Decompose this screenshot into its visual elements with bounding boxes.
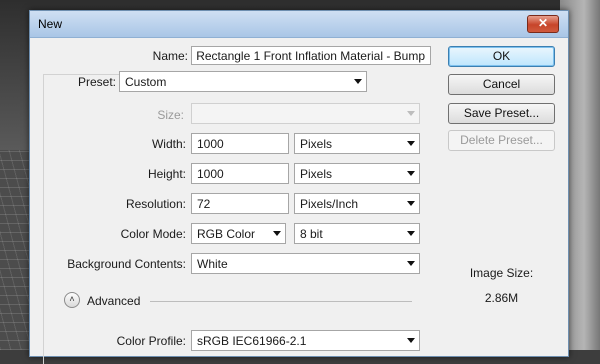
- advanced-toggle-button[interactable]: ˄: [64, 292, 80, 308]
- advanced-label: Advanced: [87, 294, 141, 308]
- advanced-divider: [150, 301, 412, 302]
- close-button[interactable]: ✕: [527, 15, 559, 33]
- image-size-value: 2.86M: [484, 291, 519, 305]
- resolution-input-value: 72: [197, 197, 211, 211]
- background-contents-value: White: [197, 257, 228, 271]
- chevron-down-icon: [273, 231, 281, 236]
- height-unit-select[interactable]: Pixels: [294, 163, 420, 184]
- new-document-dialog: New ✕ Name: Rectangle 1 Front Inflation …: [29, 10, 569, 364]
- delete-preset-button[interactable]: Delete Preset...: [448, 130, 555, 151]
- color-mode-value: RGB Color: [197, 227, 256, 241]
- width-input[interactable]: 1000: [191, 133, 289, 154]
- ok-button[interactable]: OK: [448, 46, 555, 67]
- width-label: Width:: [151, 137, 186, 151]
- background-contents-label: Background Contents:: [67, 257, 186, 271]
- chevron-down-icon: [407, 231, 415, 236]
- background-contents-select[interactable]: White: [191, 253, 420, 274]
- height-input[interactable]: 1000: [191, 163, 289, 184]
- dialog-title: New: [38, 17, 63, 31]
- chevron-down-icon: [354, 79, 362, 84]
- chevron-up-icon: ˄: [69, 294, 75, 304]
- chevron-down-icon: [407, 201, 415, 206]
- width-input-value: 1000: [197, 137, 224, 151]
- preset-select-value: Custom: [125, 75, 167, 89]
- resolution-unit-value: Pixels/Inch: [300, 197, 359, 211]
- resolution-unit-select[interactable]: Pixels/Inch: [294, 193, 420, 214]
- height-label: Height:: [147, 167, 186, 181]
- chevron-down-icon: [407, 261, 415, 266]
- chevron-down-icon: [407, 111, 415, 116]
- save-preset-button[interactable]: Save Preset...: [448, 103, 555, 124]
- group-border-left: [43, 74, 44, 364]
- color-profile-select[interactable]: sRGB IEC61966-2.1: [191, 330, 420, 351]
- size-select[interactable]: [191, 103, 420, 124]
- width-unit-value: Pixels: [300, 137, 333, 151]
- name-label: Name:: [152, 49, 188, 63]
- chevron-down-icon: [407, 171, 415, 176]
- preset-label: Preset:: [77, 75, 116, 89]
- name-input[interactable]: Rectangle 1 Front Inflation Material - B…: [191, 46, 431, 65]
- size-label: Size:: [157, 108, 184, 122]
- height-unit-value: Pixels: [300, 167, 333, 181]
- color-profile-value: sRGB IEC61966-2.1: [197, 334, 307, 348]
- dialog-titlebar[interactable]: New ✕: [30, 11, 568, 38]
- height-input-value: 1000: [197, 167, 224, 181]
- preset-select[interactable]: Custom: [119, 71, 367, 92]
- cancel-button[interactable]: Cancel: [448, 74, 555, 95]
- image-size-label: Image Size:: [469, 266, 534, 280]
- resolution-label: Resolution:: [125, 197, 186, 211]
- bit-depth-select[interactable]: 8 bit: [294, 223, 420, 244]
- color-mode-label: Color Mode:: [120, 227, 186, 241]
- color-mode-select[interactable]: RGB Color: [191, 223, 286, 244]
- chevron-down-icon: [407, 141, 415, 146]
- color-profile-label: Color Profile:: [116, 334, 186, 348]
- close-icon: ✕: [537, 16, 549, 30]
- name-input-value: Rectangle 1 Front Inflation Material - B…: [196, 49, 425, 63]
- chevron-down-icon: [407, 338, 415, 343]
- width-unit-select[interactable]: Pixels: [294, 133, 420, 154]
- resolution-input[interactable]: 72: [191, 193, 289, 214]
- bit-depth-value: 8 bit: [300, 227, 323, 241]
